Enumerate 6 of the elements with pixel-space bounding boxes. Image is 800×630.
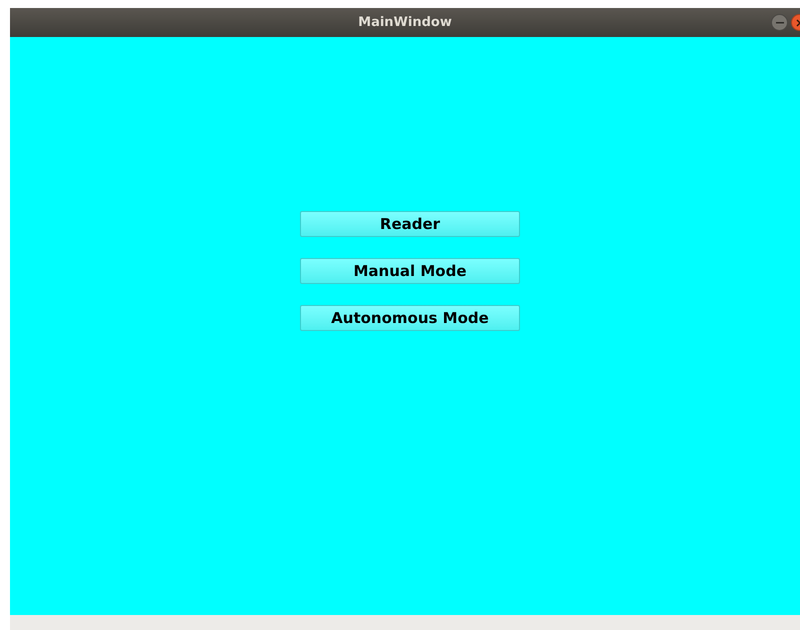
window-title: MainWindow	[358, 14, 452, 32]
minimize-button[interactable]	[771, 14, 788, 31]
menu-button[interactable]: Autonomous Mode	[300, 305, 520, 331]
minimize-icon	[776, 22, 784, 24]
menu-button[interactable]: Manual Mode	[300, 258, 520, 284]
menu-button[interactable]: Reader	[300, 211, 520, 237]
